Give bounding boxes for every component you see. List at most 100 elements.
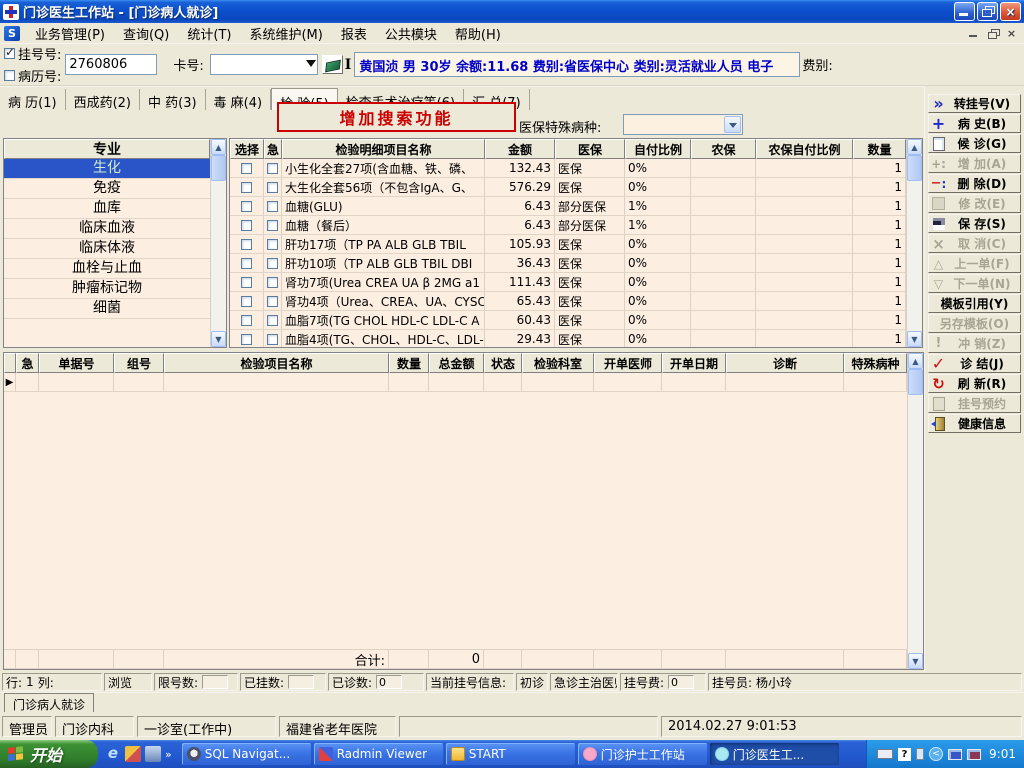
row-urgent-checkbox[interactable] — [267, 257, 278, 269]
scroll-thumb[interactable] — [211, 155, 226, 181]
scroll-down-icon[interactable]: ▼ — [908, 653, 923, 669]
row-urgent-checkbox[interactable] — [267, 314, 278, 326]
row-urgent-checkbox[interactable] — [267, 333, 278, 345]
quick-launch-app2-icon[interactable] — [145, 746, 161, 762]
row-urgent-checkbox[interactable] — [267, 200, 278, 212]
workspace-tab[interactable]: 门诊病人就诊 — [4, 693, 95, 712]
quick-launch-more-icon[interactable] — [165, 748, 172, 761]
detail-row[interactable]: 血糖（餐后） 6.43 部分医保 1% 1 — [230, 216, 906, 235]
side-button-12[interactable]: 冲 销(Z) — [928, 334, 1021, 353]
mdi-minimize-button[interactable] — [965, 25, 982, 41]
row-urgent-checkbox[interactable] — [267, 181, 278, 193]
minimize-button[interactable] — [954, 2, 975, 21]
order-first-row[interactable]: ▶ — [4, 373, 907, 392]
ie-icon[interactable] — [105, 746, 121, 762]
special-disease-combo[interactable] — [623, 114, 743, 135]
scroll-up-icon[interactable]: ▲ — [211, 139, 226, 155]
menu-item-1[interactable]: 查询(Q) — [114, 22, 178, 45]
scroll-up-icon[interactable]: ▲ — [907, 139, 922, 155]
menu-item-6[interactable]: 帮助(H) — [446, 22, 510, 45]
reg-no-input[interactable] — [65, 54, 158, 75]
tab-3[interactable]: 毒 麻(4) — [206, 89, 272, 111]
specialty-item[interactable]: 血库 — [4, 199, 210, 219]
side-button-0[interactable]: 转挂号(V) — [928, 94, 1021, 113]
row-select-checkbox[interactable] — [241, 333, 252, 345]
menu-item-2[interactable]: 统计(T) — [178, 22, 240, 45]
row-select-checkbox[interactable] — [241, 276, 252, 288]
specialty-item[interactable]: 细菌 — [4, 299, 210, 319]
detail-row[interactable]: 血脂7项(TG CHOL HDL-C LDL-C A 60.43 医保 0% 1 — [230, 311, 906, 330]
side-button-7[interactable]: 取 消(C) — [928, 234, 1021, 253]
order-scrollbar[interactable]: ▲ ▼ — [907, 353, 923, 669]
scroll-down-icon[interactable]: ▼ — [211, 331, 226, 347]
record-no-checkbox[interactable] — [4, 70, 15, 81]
task-button-0[interactable]: SQL Navigat... — [181, 743, 311, 765]
close-button[interactable]: × — [1000, 2, 1021, 21]
scroll-thumb[interactable] — [908, 369, 923, 395]
row-select-checkbox[interactable] — [241, 257, 252, 269]
scroll-up-icon[interactable]: ▲ — [908, 353, 923, 369]
row-select-checkbox[interactable] — [241, 162, 252, 174]
side-button-15[interactable]: 挂号预约 — [928, 394, 1021, 413]
specialty-item[interactable]: 临床体液 — [4, 239, 210, 259]
task-button-3[interactable]: 门诊护士工作站 — [577, 743, 707, 765]
specialty-item[interactable]: 生化 — [4, 159, 210, 179]
row-select-checkbox[interactable] — [241, 238, 252, 250]
row-urgent-checkbox[interactable] — [267, 219, 278, 231]
card-combo-arrow-icon[interactable] — [305, 60, 316, 67]
scroll-thumb[interactable] — [907, 155, 922, 181]
side-button-3[interactable]: 增 加(A) — [928, 154, 1021, 173]
detail-row[interactable]: 肝功10项（TP ALB GLB TBIL DBI 36.43 医保 0% 1 — [230, 254, 906, 273]
tab-1[interactable]: 西成药(2) — [66, 89, 140, 111]
task-button-1[interactable]: Radmin Viewer — [313, 743, 443, 765]
help-icon[interactable] — [898, 747, 912, 761]
side-button-9[interactable]: 下一单(N) — [928, 274, 1021, 293]
card-no-input[interactable] — [209, 54, 318, 75]
row-urgent-checkbox[interactable] — [267, 276, 278, 288]
specialty-item[interactable]: 肿瘤标记物 — [4, 279, 210, 299]
tab-2[interactable]: 中 药(3) — [140, 89, 206, 111]
detail-row[interactable]: 血糖(GLU) 6.43 部分医保 1% 1 — [230, 197, 906, 216]
side-button-13[interactable]: 诊 结(J) — [928, 354, 1021, 373]
detail-row[interactable]: 血脂4项(TG、CHOL、HDL-C、LDL- 29.43 医保 0% 1 — [230, 330, 906, 347]
menu-item-5[interactable]: 公共模块 — [376, 22, 446, 45]
detail-row[interactable]: 肾功7项(Urea CREA UA β 2MG a1 111.43 医保 0% 1 — [230, 273, 906, 292]
mdi-restore-button[interactable] — [984, 25, 1001, 41]
row-urgent-checkbox[interactable] — [267, 238, 278, 250]
specialty-scrollbar[interactable]: ▲ ▼ — [210, 139, 226, 347]
side-button-8[interactable]: 上一单(F) — [928, 254, 1021, 273]
scroll-track[interactable] — [211, 181, 226, 331]
row-select-checkbox[interactable] — [241, 314, 252, 326]
mdi-close-button[interactable]: × — [1003, 25, 1020, 41]
menu-item-4[interactable]: 报表 — [332, 22, 376, 45]
scroll-down-icon[interactable]: ▼ — [907, 331, 922, 347]
task-button-4[interactable]: 门诊医生工... — [709, 743, 839, 765]
hide-icons-chevron-icon[interactable] — [929, 747, 944, 761]
menu-item-3[interactable]: 系统维护(M) — [240, 22, 331, 45]
side-button-11[interactable]: 另存模板(O) — [928, 314, 1021, 333]
tab-0[interactable]: 病 历(1) — [0, 89, 66, 111]
side-button-14[interactable]: 刷 新(R) — [928, 374, 1021, 393]
side-button-6[interactable]: 保 存(S) — [928, 214, 1021, 233]
row-select-checkbox[interactable] — [241, 181, 252, 193]
restore-button[interactable] — [977, 2, 998, 21]
detail-scrollbar[interactable]: ▲ ▼ — [906, 139, 922, 347]
quick-launch-app-icon[interactable] — [125, 746, 141, 762]
side-button-4[interactable]: 删 除(D) — [928, 174, 1021, 193]
scroll-track[interactable] — [907, 181, 922, 331]
task-button-2[interactable]: START — [445, 743, 575, 765]
row-select-checkbox[interactable] — [241, 219, 252, 231]
side-button-10[interactable]: 模板引用(Y) — [928, 294, 1021, 313]
detail-row[interactable]: 肝功17项（TP PA ALB GLB TBIL 105.93 医保 0% 1 — [230, 235, 906, 254]
side-button-2[interactable]: 候 诊(G) — [928, 134, 1021, 153]
menu-item-0[interactable]: 业务管理(P) — [26, 22, 114, 45]
start-button[interactable]: 开始 — [0, 740, 98, 768]
network-computer-icon[interactable] — [948, 748, 963, 760]
scroll-track[interactable] — [908, 395, 923, 653]
side-button-5[interactable]: 修 改(E) — [928, 194, 1021, 213]
detail-row[interactable]: 肾功4项（Urea、CREA、UA、CYSC 65.43 医保 0% 1 — [230, 292, 906, 311]
row-select-checkbox[interactable] — [241, 200, 252, 212]
side-button-1[interactable]: 病 史(B) — [928, 114, 1021, 133]
detail-row[interactable]: 大生化全套56项（不包含IgA、G、 576.29 医保 0% 1 — [230, 178, 906, 197]
combo-dropdown-icon[interactable] — [724, 116, 741, 133]
